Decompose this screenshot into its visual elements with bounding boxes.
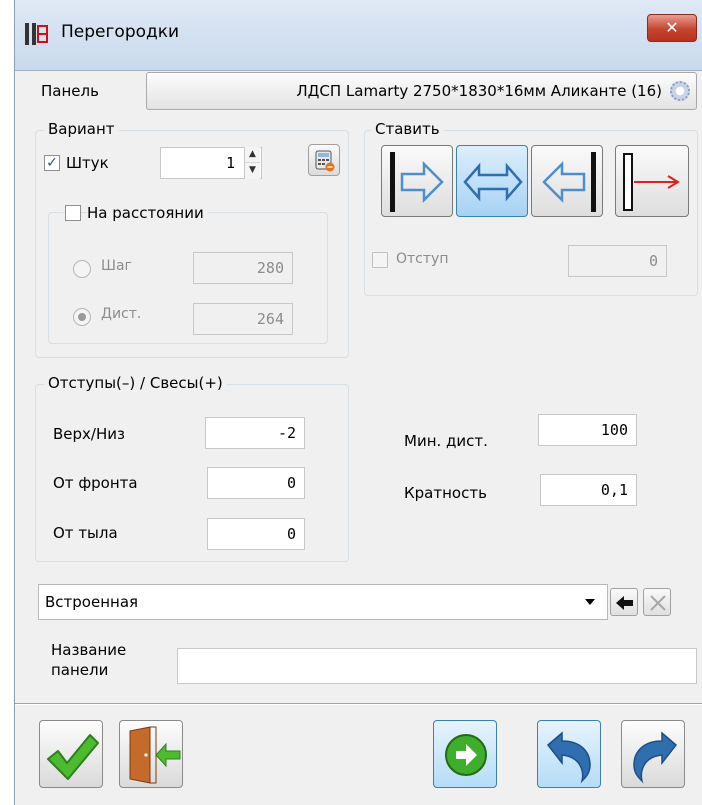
at-distance-label: На расстоянии xyxy=(87,204,208,222)
redo-button[interactable] xyxy=(621,720,685,788)
settings-gear-icon xyxy=(670,81,690,101)
checkmark-icon: ✓ xyxy=(46,155,58,171)
type-select[interactable]: Встроенная xyxy=(38,584,608,620)
close-x-icon xyxy=(650,595,666,611)
arrow-left-icon xyxy=(616,596,633,610)
arrow-left-from-wall-icon xyxy=(542,152,596,212)
pieces-label: Штук xyxy=(66,154,109,172)
close-button[interactable]: ✕ xyxy=(647,14,697,42)
spin-up-icon[interactable]: ▲ xyxy=(245,147,260,163)
calculator-icon xyxy=(315,150,335,172)
undo-button[interactable] xyxy=(537,720,601,788)
chevron-down-icon xyxy=(585,599,595,605)
step-radio[interactable] xyxy=(73,260,91,278)
exit-button[interactable] xyxy=(119,720,183,788)
place-left-button[interactable] xyxy=(381,145,453,217)
next-button[interactable] xyxy=(433,720,497,788)
close-icon: ✕ xyxy=(665,18,679,37)
variant-group-title: Вариант xyxy=(44,120,119,138)
ok-button[interactable] xyxy=(39,720,103,788)
offsets-group-title: Отступы(–) / Свесы(+) xyxy=(44,374,227,392)
place-right-button[interactable] xyxy=(531,145,603,217)
offset-input[interactable]: 0 xyxy=(568,245,667,277)
from-front-input[interactable]: 0 xyxy=(207,467,305,499)
checkmark-green-icon xyxy=(47,734,99,780)
arrow-right-to-wall-icon xyxy=(390,152,444,212)
top-bottom-input[interactable]: -2 xyxy=(205,417,305,449)
dist-label: Дист. xyxy=(101,306,142,322)
multiplicity-input[interactable]: 0,1 xyxy=(540,474,637,506)
panel-name-input[interactable] xyxy=(177,648,697,684)
min-dist-input[interactable]: 100 xyxy=(538,414,637,446)
dialog-window: Перегородки ✕ Панель ЛДСП Lamarty 2750*1… xyxy=(14,0,702,805)
delete-button[interactable] xyxy=(643,588,671,616)
calculator-button[interactable] xyxy=(308,144,340,176)
spin-down-icon[interactable]: ▼ xyxy=(245,163,260,178)
step-input[interactable]: 280 xyxy=(193,252,293,284)
panel-value: ЛДСП Lamarty 2750*1830*16мм Аликанте (16… xyxy=(296,82,662,100)
place-group-title: Ставить xyxy=(371,120,444,138)
panel-name-label: Название панели xyxy=(51,641,127,679)
offset-checkbox[interactable] xyxy=(372,252,388,268)
panel-label: Панель xyxy=(41,82,99,100)
panel-select-button[interactable]: ЛДСП Lamarty 2750*1830*16мм Аликанте (16… xyxy=(146,72,697,110)
type-select-value: Встроенная xyxy=(45,593,139,611)
undo-icon xyxy=(546,731,591,784)
apply-arrow-button[interactable] xyxy=(610,588,638,616)
place-edge-button[interactable] xyxy=(615,145,689,217)
pieces-checkbox[interactable]: ✓ xyxy=(44,155,60,171)
place-center-button[interactable] xyxy=(456,145,528,217)
bottom-separator xyxy=(15,703,702,705)
window-title: Перегородки xyxy=(61,22,180,42)
at-distance-checkbox[interactable] xyxy=(65,205,81,221)
from-back-label: От тыла xyxy=(53,524,118,542)
multiplicity-label: Кратность xyxy=(404,484,487,502)
door-exit-icon xyxy=(129,726,181,784)
arrow-circle-right-icon xyxy=(445,734,487,776)
redo-icon xyxy=(633,731,678,784)
from-front-label: От фронта xyxy=(53,474,138,492)
from-back-input[interactable]: 0 xyxy=(207,518,305,550)
top-bottom-label: Верх/Низ xyxy=(53,425,125,443)
step-label: Шаг xyxy=(101,258,132,274)
offset-label: Отступ xyxy=(396,251,449,267)
double-arrow-icon xyxy=(463,162,523,202)
app-icon xyxy=(25,23,48,45)
pieces-spinner[interactable]: ▲ ▼ xyxy=(244,147,260,179)
dist-radio[interactable] xyxy=(73,308,91,326)
min-dist-label: Мин. дист. xyxy=(404,432,488,450)
panel-red-arrow-icon xyxy=(623,153,680,211)
dist-input[interactable]: 264 xyxy=(193,303,293,335)
title-bar: Перегородки ✕ xyxy=(15,0,702,71)
